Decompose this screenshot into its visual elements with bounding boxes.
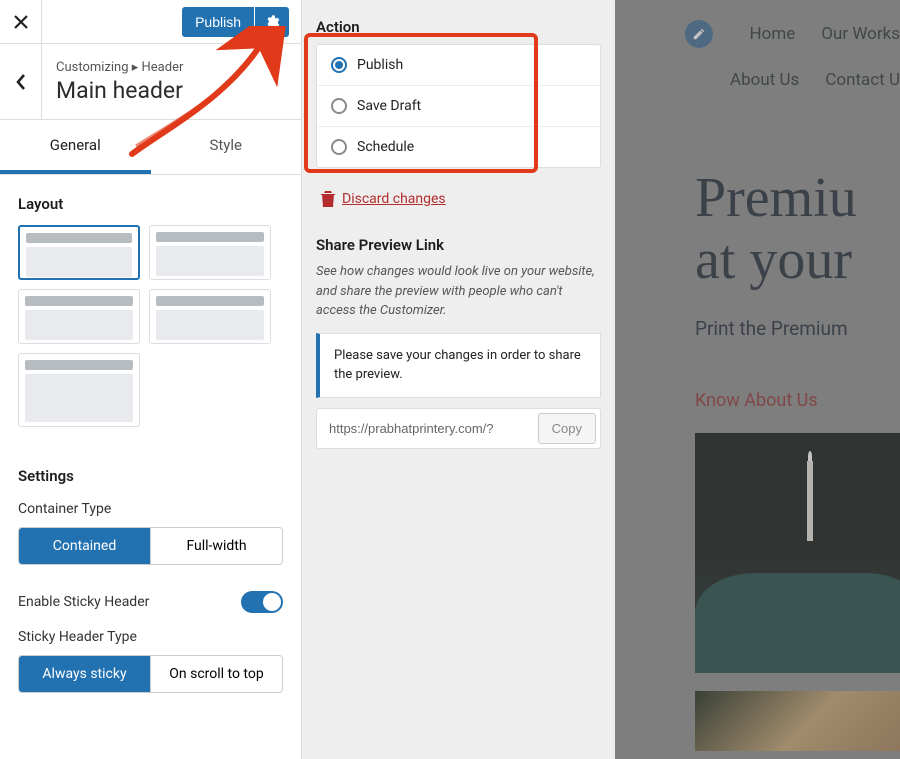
publish-button[interactable]: Publish: [182, 7, 254, 37]
back-button[interactable]: [0, 44, 42, 120]
tab-general[interactable]: General: [0, 120, 151, 174]
pencil-icon: [692, 27, 706, 41]
top-bar: Publish: [0, 0, 301, 44]
site-preview: Home Our Works About Us Contact U Premiu…: [615, 0, 900, 759]
enable-sticky-toggle[interactable]: [241, 591, 283, 613]
container-type-group: Contained Full-width: [18, 527, 283, 565]
container-contained[interactable]: Contained: [19, 528, 150, 564]
copy-button[interactable]: Copy: [538, 413, 596, 444]
tabs: General Style: [0, 120, 301, 175]
radio-icon: [331, 57, 347, 73]
nav-contact[interactable]: Contact U: [825, 70, 900, 90]
preview-image-1: [695, 433, 900, 673]
share-description: See how changes would look live on your …: [316, 262, 601, 321]
page-title: Main header: [56, 77, 183, 104]
layout-option-2[interactable]: [149, 225, 271, 280]
container-full-width[interactable]: Full-width: [150, 528, 282, 564]
nav-works[interactable]: Our Works: [821, 24, 900, 44]
gear-icon: [264, 14, 280, 30]
enable-sticky-label: Enable Sticky Header: [18, 594, 149, 610]
share-heading: Share Preview Link: [316, 236, 601, 254]
breadcrumb: Customizing ▸ Header: [56, 60, 183, 75]
layout-option-5[interactable]: [18, 353, 140, 427]
nav-home[interactable]: Home: [750, 24, 796, 44]
radio-save-draft[interactable]: Save Draft: [317, 86, 600, 127]
settings-heading: Settings: [18, 467, 283, 485]
radio-publish[interactable]: Publish: [317, 45, 600, 86]
action-heading: Action: [316, 18, 601, 36]
customizer-panel: Publish Customizing ▸ Header Main header…: [0, 0, 302, 759]
hero-text: Premiu at your: [695, 168, 900, 291]
radio-label: Publish: [357, 57, 403, 73]
know-about-link[interactable]: Know About Us: [695, 390, 900, 411]
save-notice: Please save your changes in order to sha…: [316, 333, 601, 398]
panel-body: Layout Settings Container Type Contained…: [0, 175, 301, 713]
radio-icon: [331, 139, 347, 155]
tab-style[interactable]: Style: [151, 120, 302, 174]
radio-label: Schedule: [357, 139, 414, 155]
chevron-left-icon: [15, 73, 27, 91]
radio-label: Save Draft: [357, 98, 421, 114]
publish-popover: Action Publish Save Draft Schedule Disca…: [302, 0, 615, 759]
share-url-row: Copy: [316, 408, 601, 449]
sticky-always[interactable]: Always sticky: [19, 656, 150, 692]
close-button[interactable]: [0, 0, 42, 44]
layout-option-4[interactable]: [149, 289, 271, 344]
sticky-on-scroll[interactable]: On scroll to top: [150, 656, 282, 692]
hero-subline: Print the Premium: [695, 317, 900, 340]
share-url-input[interactable]: [321, 413, 538, 444]
edit-badge[interactable]: [685, 20, 713, 48]
section-header: Customizing ▸ Header Main header: [0, 44, 301, 120]
discard-changes-link[interactable]: Discard changes: [320, 190, 601, 208]
preview-image-2: [695, 691, 900, 751]
layout-option-3[interactable]: [18, 289, 140, 344]
layout-options: [18, 225, 283, 427]
sticky-type-label: Sticky Header Type: [18, 629, 283, 645]
trash-icon: [320, 190, 336, 208]
layout-option-1[interactable]: [18, 225, 140, 280]
discard-label: Discard changes: [342, 191, 446, 207]
action-radio-list: Publish Save Draft Schedule: [316, 44, 601, 168]
radio-schedule[interactable]: Schedule: [317, 127, 600, 167]
publish-settings-button[interactable]: [255, 7, 289, 37]
layout-heading: Layout: [18, 195, 283, 213]
sticky-type-group: Always sticky On scroll to top: [18, 655, 283, 693]
radio-icon: [331, 98, 347, 114]
close-icon: [14, 15, 28, 29]
container-type-label: Container Type: [18, 501, 283, 517]
nav-about[interactable]: About Us: [730, 70, 799, 90]
